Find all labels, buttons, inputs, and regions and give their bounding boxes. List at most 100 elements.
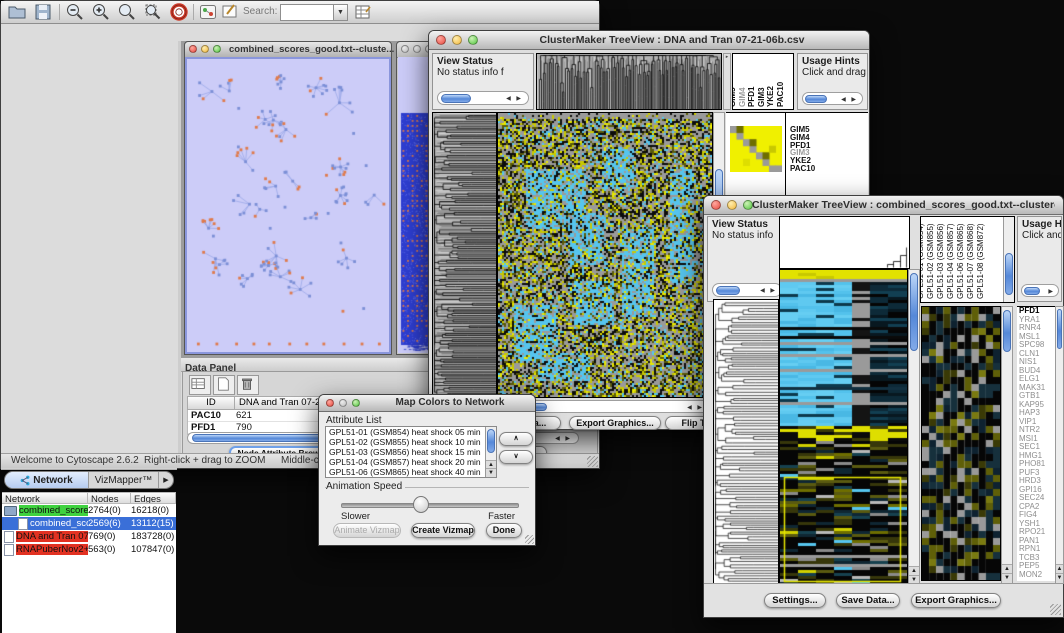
minimize-button[interactable] bbox=[339, 399, 347, 407]
vizmapper-icon[interactable] bbox=[198, 2, 218, 22]
frame-minimize-button[interactable] bbox=[413, 45, 421, 53]
tv1-status-scrollbar[interactable]: ◀ ▶ bbox=[437, 91, 529, 105]
animation-speed-slider[interactable] bbox=[341, 503, 519, 508]
save-icon[interactable] bbox=[33, 2, 53, 22]
tv2-heatmap-vscrollbar[interactable]: ▲▼ bbox=[908, 269, 920, 586]
new-attribute-icon[interactable] bbox=[213, 375, 235, 395]
tv2-array-label[interactable]: GPL51-04 (GSM857) bbox=[946, 223, 955, 299]
minimize-button[interactable] bbox=[452, 35, 462, 45]
tv2-status-scrollbar[interactable]: ◀ ▶ bbox=[712, 283, 782, 297]
network-nodes: 563(0) bbox=[88, 544, 131, 555]
attribute-list-scrollbar[interactable]: ▲ ▼ bbox=[485, 427, 496, 477]
move-down-button[interactable]: ∨ bbox=[499, 450, 533, 464]
done-button[interactable]: Done bbox=[486, 523, 522, 538]
tv2-array-label[interactable]: GPL51-02 (GSM855) bbox=[926, 223, 935, 299]
move-up-button[interactable]: ∧ bbox=[499, 432, 533, 446]
attribute-list-item[interactable]: GPL51-01 (GSM854) heat shock 05 min bbox=[326, 427, 485, 437]
open-file-icon[interactable] bbox=[7, 2, 27, 22]
close-button[interactable] bbox=[711, 200, 721, 210]
network-view-canvas[interactable] bbox=[187, 59, 389, 352]
tv1-column-label[interactable]: GIM5 bbox=[732, 87, 737, 107]
tv2-zoom-vscrollbar[interactable]: ▲▼ bbox=[1001, 306, 1013, 584]
network-tree-row[interactable]: DNA and Tran 07769(0)183728(0) bbox=[2, 530, 176, 543]
faster-label: Faster bbox=[488, 511, 515, 522]
tv2-export-graphics-button[interactable]: Export Graphics... bbox=[911, 593, 1001, 608]
network-view-frame: combined_scores_good.txt--cluste... bbox=[184, 41, 392, 355]
tv2-save-data-button[interactable]: Save Data... bbox=[836, 593, 900, 608]
slider-thumb[interactable] bbox=[413, 496, 429, 513]
tv1-splitter-arrow[interactable]: ▸ bbox=[723, 53, 731, 110]
tv1-column-dendrogram[interactable] bbox=[536, 53, 722, 110]
main-toolbar: Search: ▼ bbox=[1, 1, 599, 24]
tv2-settings-button[interactable]: Settings... bbox=[764, 593, 826, 608]
tv2-array-label[interactable]: GPL51-06 (GSM865) bbox=[956, 223, 965, 299]
tv2-zoom-heatmap[interactable] bbox=[921, 306, 1001, 581]
tv2-column-dendrogram[interactable] bbox=[779, 216, 910, 269]
tv1-column-label[interactable]: GIM4 bbox=[738, 87, 747, 107]
zoom-button[interactable] bbox=[352, 399, 360, 407]
tab-network[interactable]: Network bbox=[5, 472, 89, 488]
tv2-gene-scrollbar[interactable]: ▲▼ bbox=[1055, 306, 1064, 584]
attribute-list-item[interactable]: GPL51-02 (GSM855) heat shock 10 min bbox=[326, 437, 485, 447]
frame-titlebar[interactable]: combined_scores_good.txt--cluste... bbox=[185, 42, 391, 58]
tv1-column-label[interactable]: PAC10 bbox=[776, 82, 785, 107]
help-lifesaver-icon[interactable] bbox=[169, 2, 189, 22]
frame-minimize-button[interactable] bbox=[201, 45, 209, 53]
network-table-header[interactable]: Network Nodes Edges bbox=[2, 492, 176, 504]
search-dropdown-button[interactable]: ▼ bbox=[333, 4, 348, 21]
attribute-list-item[interactable]: GPL51-03 (GSM856) heat shock 15 min bbox=[326, 447, 485, 457]
network-tree-row[interactable]: RNAPuberNov2+!563(0)107847(0) bbox=[2, 543, 176, 556]
tv2-hints-scrollbar[interactable]: ▶ bbox=[1021, 284, 1059, 297]
search-input[interactable] bbox=[280, 4, 334, 21]
network-tree-row[interactable]: combined_scores2764(0)16218(0) bbox=[2, 504, 176, 517]
tv2-array-label[interactable]: GPL51-01 (GSM854) bbox=[920, 223, 925, 299]
minimize-button[interactable] bbox=[727, 200, 737, 210]
zoom-in-icon[interactable] bbox=[91, 2, 111, 22]
tv1-export-graphics-button[interactable]: Export Graphics... bbox=[569, 416, 661, 430]
zoom-selected-icon[interactable] bbox=[117, 2, 137, 22]
zoom-out-icon[interactable] bbox=[65, 2, 85, 22]
close-button[interactable] bbox=[326, 399, 334, 407]
delete-attribute-trash-icon[interactable] bbox=[237, 375, 259, 395]
tv1-column-label[interactable]: GIM3 bbox=[757, 87, 766, 107]
annotation-icon[interactable] bbox=[220, 2, 240, 22]
tab-vizmapper[interactable]: VizMapper™ bbox=[89, 472, 159, 488]
frame-close-button[interactable] bbox=[401, 45, 409, 53]
gene-label[interactable]: MON2 bbox=[1017, 571, 1055, 580]
tv1-row-dendrogram[interactable] bbox=[432, 112, 497, 398]
attribute-list-item[interactable]: GPL51-06 (GSM865) heat shock 40 min bbox=[326, 467, 485, 477]
scroll-arrows[interactable]: ◀ ▶ bbox=[555, 435, 572, 442]
frame-close-button[interactable] bbox=[189, 45, 197, 53]
tv2-array-label[interactable]: GPL51-07 (GSM868) bbox=[966, 223, 975, 299]
attribute-table-icon[interactable] bbox=[353, 2, 373, 22]
tv2-titlebar[interactable]: ClusterMaker TreeView : combined_scores_… bbox=[704, 196, 1063, 215]
attribute-list-item[interactable]: GPL51-04 (GSM857) heat shock 20 min bbox=[326, 457, 485, 467]
tv1-column-label[interactable]: PFD1 bbox=[747, 87, 756, 107]
tv2-array-label[interactable]: GPL51-03 (GSM856) bbox=[936, 223, 945, 299]
network-tree-row[interactable]: combined_sco2569(6)13112(15) bbox=[2, 517, 176, 530]
tv1-column-label[interactable]: YKE2 bbox=[766, 86, 775, 107]
tv2-array-label[interactable]: GPL51-08 (GSM872) bbox=[976, 223, 985, 299]
select-attributes-icon[interactable] bbox=[189, 375, 211, 395]
close-button[interactable] bbox=[436, 35, 446, 45]
window-resize-grip[interactable] bbox=[587, 456, 598, 467]
attribute-list[interactable]: GPL51-01 (GSM854) heat shock 05 minGPL51… bbox=[325, 426, 497, 478]
zoom-button[interactable] bbox=[468, 35, 478, 45]
frame-zoom-button[interactable] bbox=[213, 45, 221, 53]
tv2-row-dendrogram[interactable] bbox=[713, 299, 779, 584]
tv1-hints-scrollbar[interactable]: ◀ ▶ bbox=[802, 92, 863, 105]
dialog-titlebar[interactable]: Map Colors to Network bbox=[319, 395, 535, 412]
window-resize-grip[interactable] bbox=[1050, 604, 1061, 615]
tabs-more-button[interactable]: ▶ bbox=[159, 472, 173, 488]
animate-vizmap-button[interactable]: Animate Vizmap bbox=[333, 523, 401, 538]
tv1-row-label[interactable]: PAC10 bbox=[790, 165, 865, 173]
network-edges: 16218(0) bbox=[131, 505, 176, 516]
create-vizmap-button[interactable]: Create Vizmap bbox=[411, 523, 475, 538]
tv2-heatmap[interactable] bbox=[779, 269, 908, 586]
tv1-heatmap[interactable] bbox=[497, 112, 713, 398]
zoom-fit-icon[interactable] bbox=[143, 2, 163, 22]
tv1-zoom-heatmap[interactable] bbox=[730, 126, 782, 172]
tv2-array-labels-scrollbar[interactable] bbox=[1003, 217, 1014, 302]
dialog-resize-grip[interactable] bbox=[525, 535, 534, 544]
tv1-titlebar[interactable]: ClusterMaker TreeView : DNA and Tran 07-… bbox=[429, 31, 869, 50]
